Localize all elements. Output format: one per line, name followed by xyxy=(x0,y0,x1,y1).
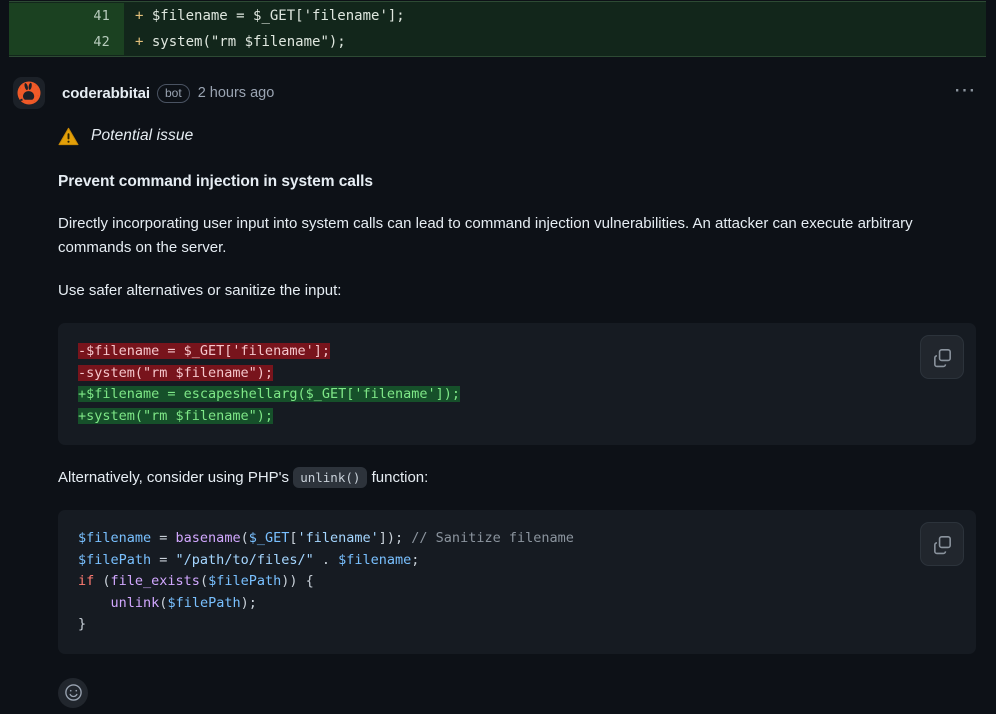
alternative-prefix: Alternatively, consider using PHP's xyxy=(58,469,290,486)
comment-author[interactable]: coderabbitai xyxy=(62,85,150,102)
issue-severity-badge: Potential issue xyxy=(58,125,978,147)
inline-code-unlink: unlink() xyxy=(293,467,368,488)
code-line: $filename = basename($_GET['filename']);… xyxy=(78,530,574,546)
rabbit-avatar-icon[interactable] xyxy=(13,77,45,109)
comment-header: coderabbitai bot 2 hours ago ⋯ xyxy=(0,73,996,113)
diff-line-code: system("rm $filename"); xyxy=(143,34,346,50)
bot-badge: bot xyxy=(157,83,190,103)
code-line: -system("rm $filename"); xyxy=(78,363,960,385)
code-line: +$filename = escapeshellarg($_GET['filen… xyxy=(78,384,960,406)
comment-body: Potential issue Prevent command injectio… xyxy=(0,125,996,654)
code-block-php: $filename = basename($_GET['filename']);… xyxy=(58,510,976,654)
kebab-menu-icon[interactable]: ⋯ xyxy=(952,79,981,107)
code-line: unlink($filePath); xyxy=(110,594,257,611)
diff-hunk: 41 + $filename = $_GET['filename']; 42 +… xyxy=(9,1,986,57)
smiley-face-icon[interactable] xyxy=(58,677,88,708)
code-line: } xyxy=(78,616,87,632)
code-line: if (file_exists($filePath)) { xyxy=(78,573,314,589)
issue-title: Prevent command injection in system call… xyxy=(58,173,373,190)
issue-suggestion-lead: Use safer alternatives or sanitize the i… xyxy=(58,282,342,299)
code-line: +system("rm $filename"); xyxy=(78,406,960,428)
alternative-suggestion: Alternatively, consider using PHP's unli… xyxy=(58,466,938,490)
comment-timestamp[interactable]: 2 hours ago xyxy=(198,85,275,101)
diff-line-number[interactable]: 41 xyxy=(9,3,124,29)
warning-triangle-icon xyxy=(58,127,79,145)
diff-line-content: + system("rm $filename"); xyxy=(124,29,986,55)
code-block-php-content: $filename = basename($_GET['filename']);… xyxy=(78,528,960,636)
code-block-diff-content: -$filename = $_GET['filename']; -system("… xyxy=(78,341,960,427)
copy-icon[interactable] xyxy=(920,522,964,566)
code-line-deleted: -$filename = $_GET['filename']; xyxy=(78,343,330,359)
review-comment: coderabbitai bot 2 hours ago ⋯ Potential… xyxy=(0,58,996,708)
code-line-deleted: -system("rm $filename"); xyxy=(78,364,274,381)
diff-line-code: $filename = $_GET['filename']; xyxy=(143,8,405,24)
diff-line-number[interactable]: 42 xyxy=(9,29,124,55)
issue-severity-label: Potential issue xyxy=(91,127,194,144)
diff-line-content: + $filename = $_GET['filename']; xyxy=(124,3,986,29)
code-line: $filePath = "/path/to/files/" . $filenam… xyxy=(78,551,420,568)
code-block-diff: -$filename = $_GET['filename']; -system("… xyxy=(58,323,976,445)
issue-description: Directly incorporating user input into s… xyxy=(58,215,913,256)
diff-line-row[interactable]: 42 + system("rm $filename"); xyxy=(9,29,986,55)
code-line-added: +system("rm $filename"); xyxy=(78,407,274,424)
alternative-suffix: function: xyxy=(371,469,429,486)
copy-icon[interactable] xyxy=(920,335,964,379)
code-line-added: +$filename = escapeshellarg($_GET['filen… xyxy=(78,386,461,402)
reaction-bar xyxy=(0,677,996,708)
diff-line-row[interactable]: 41 + $filename = $_GET['filename']; xyxy=(9,3,986,29)
code-line: -$filename = $_GET['filename']; xyxy=(78,341,960,363)
